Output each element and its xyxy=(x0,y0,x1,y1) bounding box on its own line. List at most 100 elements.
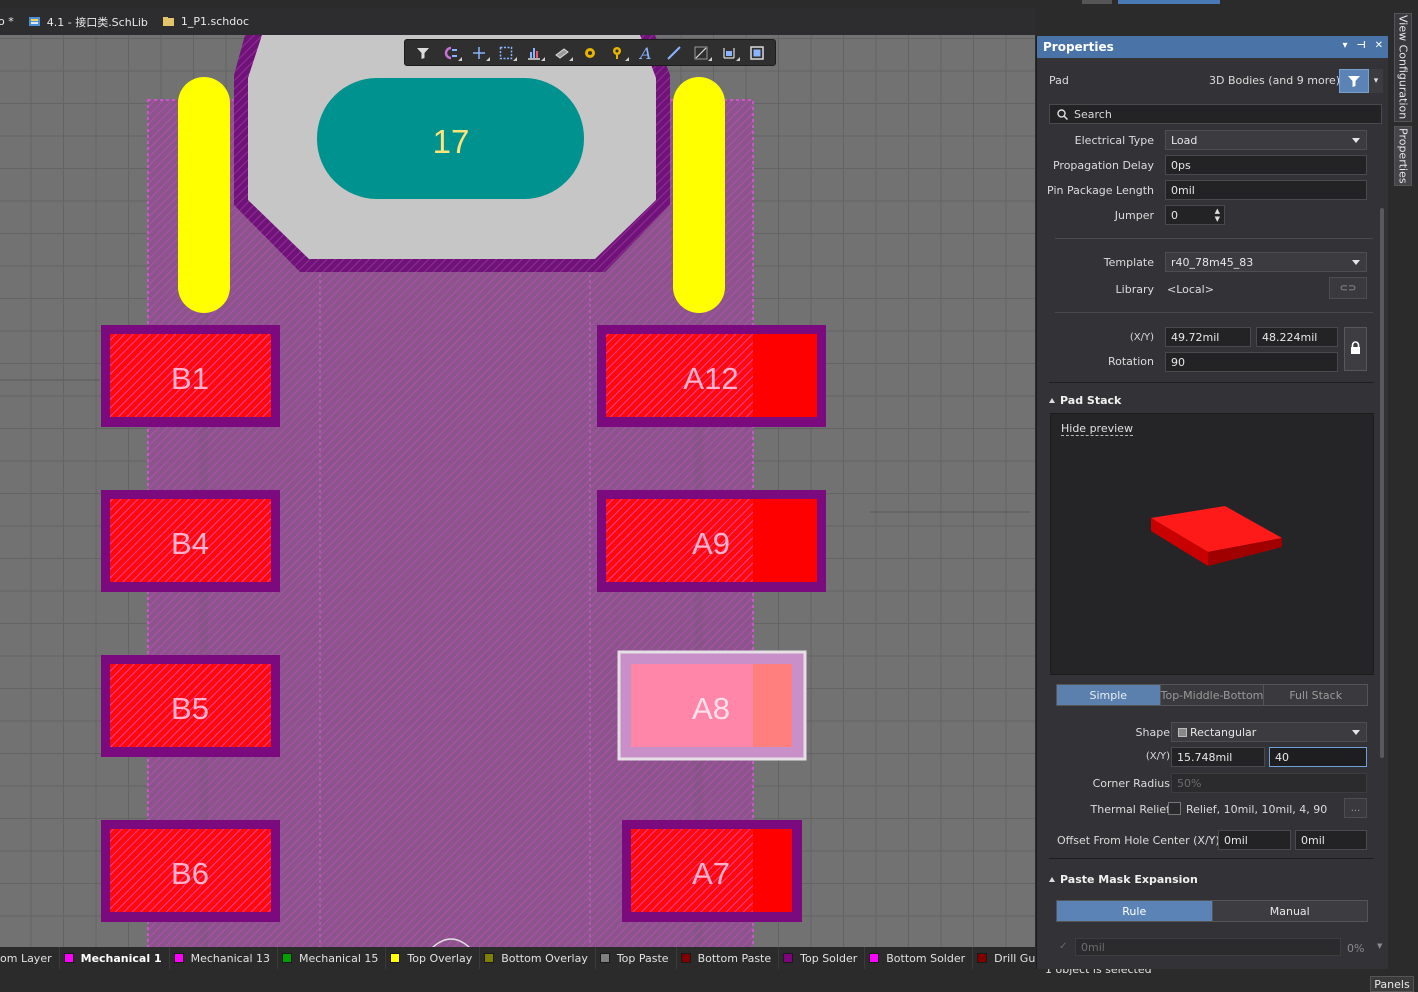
rotation-input[interactable]: 90 xyxy=(1165,352,1338,372)
stack-mode-top-middle-bottom[interactable]: Top-Middle-Bottom xyxy=(1160,685,1265,705)
offset-x-input[interactable]: 0mil xyxy=(1218,830,1291,850)
paste-mode-manual[interactable]: Manual xyxy=(1212,901,1367,921)
tab-schdoc[interactable]: 1_P1.schdoc xyxy=(156,8,257,35)
layer-name: Bottom Solder xyxy=(886,951,966,965)
pad-label: A12 xyxy=(683,361,738,396)
collapse-icon xyxy=(1049,877,1055,882)
electrical-type-select[interactable]: Load xyxy=(1165,130,1367,150)
layer-tab[interactable]: om Layer xyxy=(0,947,60,969)
template-select[interactable]: r40_78m45_83 xyxy=(1165,252,1367,272)
align-button[interactable] xyxy=(520,41,548,64)
layer-color-swatch xyxy=(282,953,292,963)
layer-tab-bar: om Layer Mechanical 1 Mechanical 13 Mechani… xyxy=(0,947,1036,969)
pad-3d-preview[interactable]: Hide preview xyxy=(1050,413,1374,675)
pad-a8-selected[interactable]: A8 xyxy=(617,650,807,761)
via-button[interactable] xyxy=(604,41,632,64)
layer-tab[interactable]: Drill Guide xyxy=(973,947,1036,969)
panel-menu-icon[interactable]: ▾ xyxy=(1342,40,1347,51)
filter-toggle[interactable]: ▾ xyxy=(1339,69,1385,93)
pin-package-length-input[interactable]: 0mil xyxy=(1165,180,1367,200)
lock-button[interactable] xyxy=(1344,327,1367,371)
layer-tab[interactable]: Bottom Paste xyxy=(677,947,780,969)
layer-tab[interactable]: Top Solder xyxy=(779,947,866,969)
filter-button[interactable] xyxy=(409,41,437,64)
dropdown-corner xyxy=(708,57,713,61)
dropdown-corner xyxy=(541,57,546,61)
overlay-slot-left[interactable] xyxy=(178,77,230,313)
fit-view-button[interactable] xyxy=(743,41,771,64)
snap-button[interactable] xyxy=(437,41,465,64)
bar-chart-icon xyxy=(527,46,541,60)
scroll-down-icon[interactable]: ▼ xyxy=(1377,942,1382,950)
layer-tab[interactable]: Mechanical 13 xyxy=(170,947,278,969)
pad-button[interactable] xyxy=(576,41,604,64)
thermal-relief-more-button[interactable]: ... xyxy=(1344,798,1367,818)
layer-tab[interactable]: Bottom Solder xyxy=(865,947,974,969)
pad-a12[interactable]: A12 xyxy=(597,325,826,427)
pad-b5[interactable]: B5 xyxy=(101,655,280,757)
crosshair-button[interactable] xyxy=(465,41,493,64)
layer-name: Bottom Overlay xyxy=(501,951,588,965)
link-button[interactable]: ⊂⊃ xyxy=(1329,277,1367,299)
pad-b6[interactable]: B6 xyxy=(101,820,280,922)
size-y-input[interactable]: 40 xyxy=(1269,747,1367,767)
shape-select[interactable]: Rectangular xyxy=(1171,722,1367,742)
jumper-stepper[interactable]: 0 ▲ ▼ xyxy=(1165,205,1225,225)
properties-header: Properties ▾ ⊣ ✕ xyxy=(1037,36,1389,58)
search-placeholder: Search xyxy=(1074,107,1112,121)
tab-schlib[interactable]: 4.1 - 接口类.SchLib xyxy=(22,8,156,35)
offset-y-input[interactable]: 0mil xyxy=(1295,830,1367,850)
stack-mode-full-stack[interactable]: Full Stack xyxy=(1264,685,1368,705)
tab-label: 1_P1.schdoc xyxy=(180,15,249,28)
divider xyxy=(1055,312,1373,313)
active-bar-toolbar: A xyxy=(404,39,776,66)
stack-mode-simple[interactable]: Simple xyxy=(1057,685,1161,705)
electrical-type-value: Load xyxy=(1171,133,1198,147)
pad-a9[interactable]: A9 xyxy=(597,490,826,592)
stepper-arrows-icon[interactable]: ▲ ▼ xyxy=(1215,207,1220,223)
pcb-canvas[interactable]: 17 B1 B4 B5 B6 A12 A9 A8 A7 xyxy=(0,35,1035,947)
pad-stack-section[interactable]: Pad Stack xyxy=(1049,394,1121,407)
pin-icon[interactable]: ⊣ xyxy=(1356,40,1365,51)
pad-label: A9 xyxy=(692,526,730,561)
layer-tab[interactable]: Top Overlay xyxy=(386,947,481,969)
pad-a7[interactable]: A7 xyxy=(622,820,802,922)
pad-b4[interactable]: B4 xyxy=(101,490,280,592)
layer-color-swatch xyxy=(390,953,401,963)
propagation-delay-input[interactable]: 0ps xyxy=(1165,155,1367,175)
panels-button[interactable]: Panels xyxy=(1370,976,1414,992)
thermal-relief-checkbox[interactable] xyxy=(1168,802,1181,815)
position-y-input[interactable]: 48.224mil xyxy=(1256,327,1338,347)
paste-mask-section[interactable]: Paste Mask Expansion xyxy=(1049,873,1198,886)
top-strip-active-button[interactable] xyxy=(1118,0,1220,4)
dimension-button[interactable] xyxy=(687,41,715,64)
size-x-input[interactable]: 15.748mil xyxy=(1171,747,1265,767)
layer-color-swatch xyxy=(63,953,74,963)
library-value: <Local> xyxy=(1167,283,1214,296)
properties-tab[interactable]: Properties xyxy=(1394,126,1412,186)
search-input[interactable]: Search xyxy=(1049,104,1382,124)
layer-tab[interactable]: Top Paste xyxy=(596,947,677,969)
corner-radius-input[interactable]: 50% xyxy=(1171,773,1367,793)
jumper-label: Jumper xyxy=(1114,209,1154,222)
layer-tab[interactable]: Mechanical 1 xyxy=(60,947,170,969)
paste-mode-rule[interactable]: Rule xyxy=(1057,901,1213,921)
component-button[interactable] xyxy=(548,41,576,64)
layer-tab[interactable]: Bottom Overlay xyxy=(480,947,596,969)
line-button[interactable] xyxy=(660,41,688,64)
view-configuration-tab[interactable]: View Configuration xyxy=(1394,13,1412,122)
pad-b1[interactable]: B1 xyxy=(101,325,280,427)
overlay-slot-right[interactable] xyxy=(673,77,725,313)
corner-radius-label: Corner Radius xyxy=(1092,777,1170,790)
position-x-input[interactable]: 49.72mil xyxy=(1165,327,1251,347)
paste-value-input[interactable]: 0mil xyxy=(1075,938,1341,956)
tab-partial[interactable]: o * xyxy=(0,8,22,35)
layer-tab[interactable]: Mechanical 15 xyxy=(278,947,387,969)
board-button[interactable] xyxy=(715,41,743,64)
layer-color-swatch xyxy=(977,953,988,963)
top-strip-button[interactable] xyxy=(1082,0,1112,4)
close-icon[interactable]: ✕ xyxy=(1375,40,1383,51)
panel-scrollbar[interactable] xyxy=(1380,208,1384,758)
text-button[interactable]: A xyxy=(632,41,660,64)
select-button[interactable] xyxy=(493,41,521,64)
